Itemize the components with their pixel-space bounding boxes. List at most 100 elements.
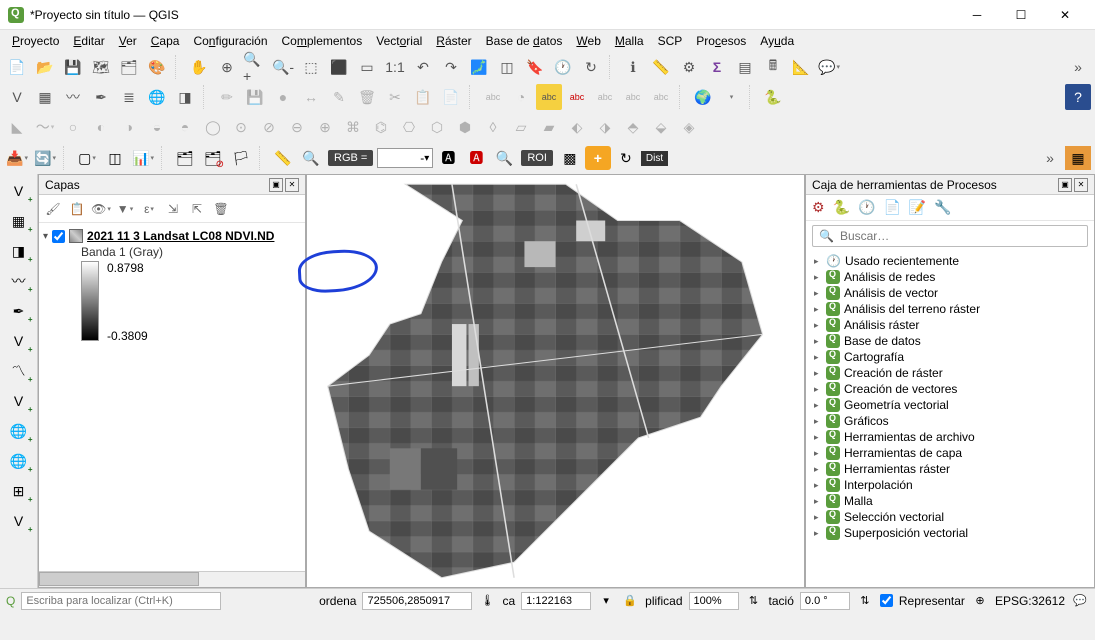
proc-history-icon[interactable]: 🕐: [858, 199, 875, 216]
scp-layers[interactable]: 🗂: [172, 146, 198, 170]
render-checkbox[interactable]: [880, 594, 893, 607]
dig-snapping[interactable]: ◣: [4, 114, 30, 140]
scp-ruler[interactable]: 📏: [270, 146, 296, 170]
layers-panel-float[interactable]: ▣: [269, 178, 283, 192]
layer-name[interactable]: 2021 11 3 Landsat LC08 NDVI.ND: [87, 229, 274, 243]
layers-panel-close[interactable]: ✕: [285, 178, 299, 192]
label-abc-hl[interactable]: abc: [536, 84, 562, 110]
measure-line-button[interactable]: 📐: [788, 54, 814, 80]
dig-17[interactable]: ▱: [508, 114, 534, 140]
dig-13[interactable]: ⎔: [396, 114, 422, 140]
zoom-selection-button[interactable]: ⬛: [326, 54, 352, 80]
magnifier-spin[interactable]: ⇅: [745, 592, 763, 610]
proc-item-capa[interactable]: ▸Herramientas de capa: [806, 445, 1094, 461]
proc-options-icon[interactable]: 🔧: [934, 199, 951, 216]
add-delimited-button[interactable]: ≣: [116, 84, 142, 110]
pan-to-selection-button[interactable]: ⊕: [214, 54, 240, 80]
layer-visibility-checkbox[interactable]: [52, 230, 65, 243]
dig-trace[interactable]: 〜: [32, 114, 58, 140]
zoom-layer-button[interactable]: ▭: [354, 54, 380, 80]
label-abc-1[interactable]: abc: [480, 84, 506, 110]
dig-5[interactable]: ◓: [172, 114, 198, 140]
proc-item-hraster[interactable]: ▸Herramientas ráster: [806, 461, 1094, 477]
proc-item-selv[interactable]: ▸Selección vectorial: [806, 509, 1094, 525]
layers-style-button[interactable]: 🖌: [43, 199, 63, 219]
add-feature-button[interactable]: ●: [270, 84, 296, 110]
menu-editar[interactable]: Editar: [67, 32, 110, 50]
scp-cursor-a[interactable]: 🅰: [435, 146, 461, 170]
proc-item-super[interactable]: ▸Superposición vectorial: [806, 525, 1094, 541]
node-tool-button[interactable]: ✎: [326, 84, 352, 110]
dig-11[interactable]: ⌘: [340, 114, 366, 140]
proc-item-geom[interactable]: ▸Geometría vectorial: [806, 397, 1094, 413]
zoom-native-button[interactable]: 1:1: [382, 54, 408, 80]
scp-remove[interactable]: 🗂⊘: [200, 146, 226, 170]
proc-python-icon[interactable]: 🐍: [833, 199, 850, 216]
proc-results-icon[interactable]: 📄: [883, 199, 900, 216]
dig-16[interactable]: ◊: [480, 114, 506, 140]
save-project-button[interactable]: 💾: [60, 54, 86, 80]
scp-plot[interactable]: 📊: [130, 146, 156, 170]
add-vector-feat-button[interactable]: ✒: [88, 84, 114, 110]
rotation-spin[interactable]: ⇅: [856, 592, 874, 610]
proc-item-recent[interactable]: ▸🕐Usado recientemente: [806, 253, 1094, 269]
dig-14[interactable]: ⬡: [424, 114, 450, 140]
label-move[interactable]: abc: [592, 84, 618, 110]
map-canvas[interactable]: [306, 174, 805, 588]
menu-proyecto[interactable]: Proyecto: [6, 32, 65, 50]
layers-add-group-button[interactable]: 📋: [67, 199, 87, 219]
label-change[interactable]: abc: [648, 84, 674, 110]
add-virtual-button[interactable]: ◨: [172, 84, 198, 110]
proc-item-raster[interactable]: ▸Análisis ráster: [806, 317, 1094, 333]
move-feature-button[interactable]: ↔: [298, 84, 324, 110]
rotation-input[interactable]: [800, 592, 850, 610]
refresh-button[interactable]: ↻: [578, 54, 604, 80]
dig-2[interactable]: ◐: [88, 114, 114, 140]
delete-selected-button[interactable]: 🗑: [354, 84, 380, 110]
new-shapefile-button[interactable]: ◨+: [5, 238, 33, 264]
scale-input[interactable]: [521, 592, 591, 610]
copy-button[interactable]: 📋: [410, 84, 436, 110]
proc-item-archivo[interactable]: ▸Herramientas de archivo: [806, 429, 1094, 445]
add-wms-button[interactable]: 🌐: [144, 84, 170, 110]
save-edits-button[interactable]: 💾: [242, 84, 268, 110]
field-calc-button[interactable]: 🖩: [760, 54, 786, 80]
dig-21[interactable]: ⬘: [620, 114, 646, 140]
pan-button[interactable]: ✋: [186, 54, 212, 80]
magnifier-input[interactable]: [689, 592, 739, 610]
statistics-button[interactable]: Σ: [704, 54, 730, 80]
scp-rgb-combo[interactable]: - ▾: [377, 148, 433, 168]
paste-button[interactable]: 📄: [438, 84, 464, 110]
dig-6[interactable]: ◯: [200, 114, 226, 140]
layers-hscroll[interactable]: [39, 571, 305, 587]
dig-20[interactable]: ⬗: [592, 114, 618, 140]
dig-12[interactable]: ⌬: [368, 114, 394, 140]
scale-dd[interactable]: ▾: [597, 592, 615, 610]
menu-capa[interactable]: Capa: [145, 32, 186, 50]
new-print-layout-button[interactable]: 🗺: [88, 54, 114, 80]
attribute-table-button[interactable]: ▤: [732, 54, 758, 80]
menu-configuracion[interactable]: Configuración: [187, 32, 273, 50]
layers-expand-button[interactable]: ⇲: [163, 199, 183, 219]
proc-edit-icon[interactable]: 📝: [909, 199, 926, 216]
close-button[interactable]: ✕: [1043, 1, 1087, 29]
processing-panel-close[interactable]: ✕: [1074, 178, 1088, 192]
new-vl-1[interactable]: V+: [5, 328, 33, 354]
menu-ver[interactable]: Ver: [113, 32, 143, 50]
new-vl-4[interactable]: ⊞+: [5, 478, 33, 504]
processing-panel-float[interactable]: ▣: [1058, 178, 1072, 192]
dig-1[interactable]: ○: [60, 114, 86, 140]
new-vl-2[interactable]: 〽+: [5, 358, 33, 384]
new-vl-5[interactable]: V+: [5, 508, 33, 534]
proc-item-malla[interactable]: ▸Malla: [806, 493, 1094, 509]
processing-search[interactable]: 🔍: [812, 225, 1088, 247]
new-bookmark-button[interactable]: 🔖: [522, 54, 548, 80]
scp-refresh[interactable]: ↻: [613, 146, 639, 170]
maximize-button[interactable]: ☐: [999, 1, 1043, 29]
proc-item-redes[interactable]: ▸Análisis de redes: [806, 269, 1094, 285]
python-console-button[interactable]: 🐍: [760, 84, 786, 110]
crs-button[interactable]: ⊕: [971, 592, 989, 610]
menu-procesos[interactable]: Procesos: [690, 32, 752, 50]
dig-4[interactable]: ◒: [144, 114, 170, 140]
coord-input[interactable]: [362, 592, 472, 610]
